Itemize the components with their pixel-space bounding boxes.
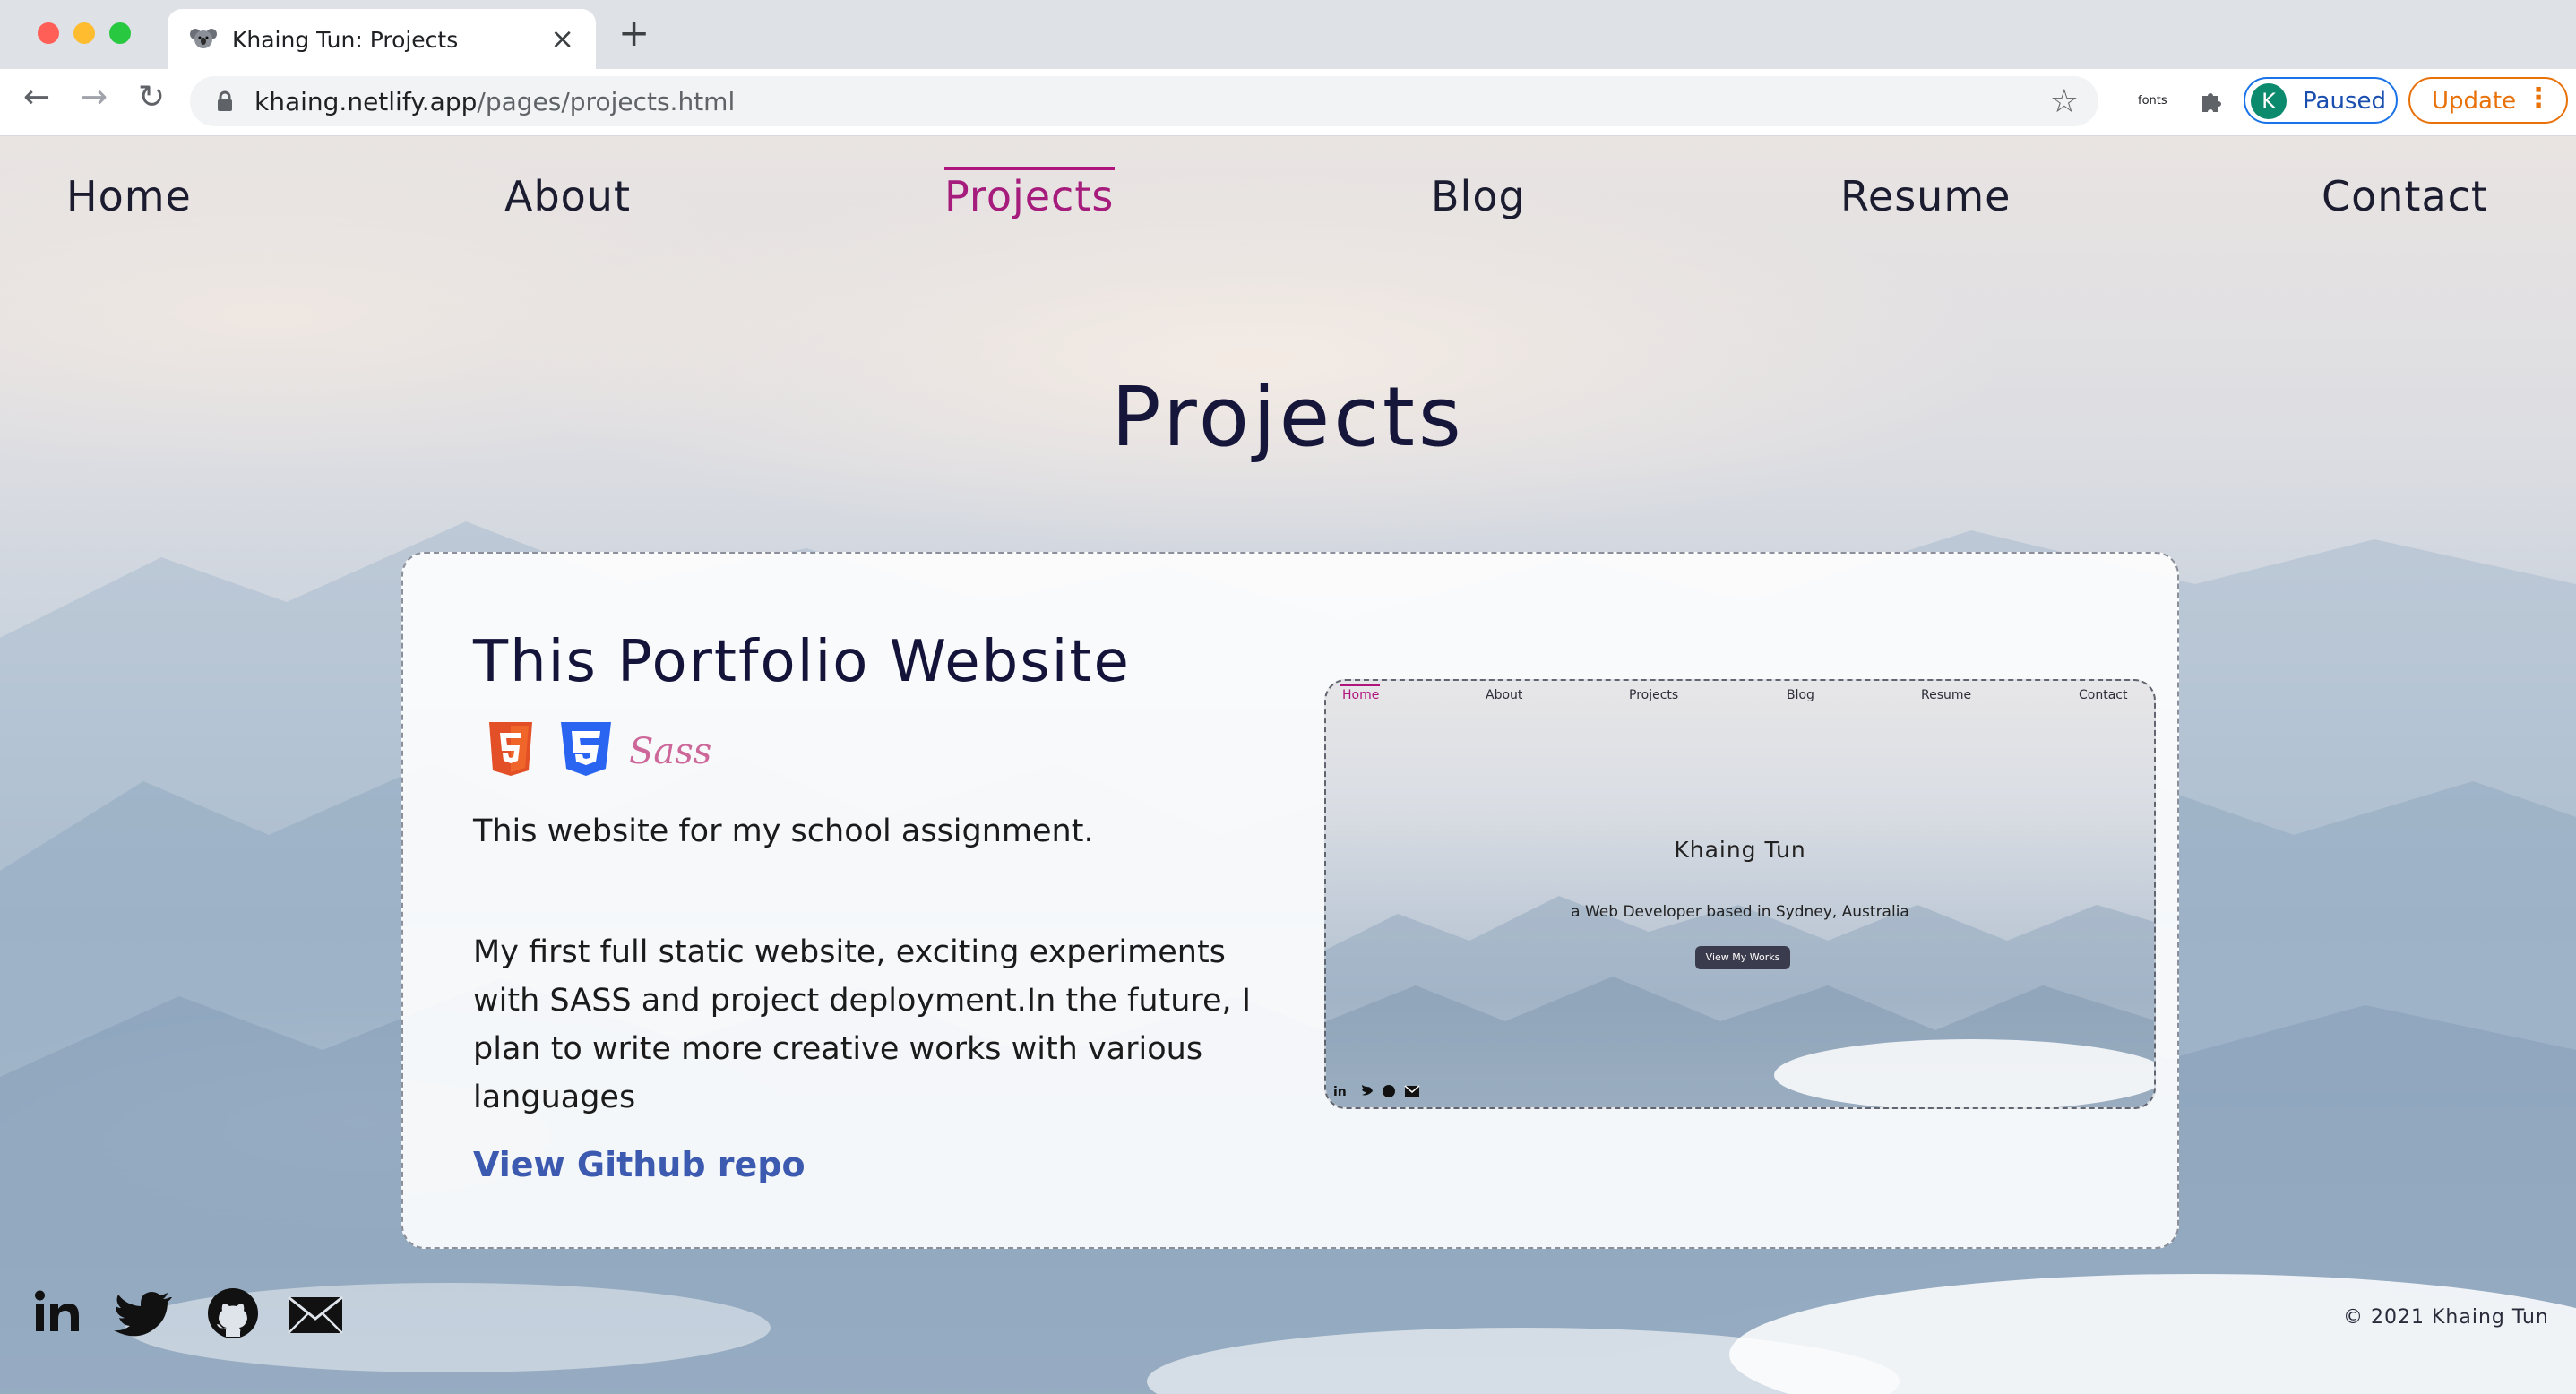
maximize-window-button[interactable] [109,22,131,44]
sass-icon: Sass [629,731,711,772]
nav-blog[interactable]: Blog [1431,172,1526,220]
forward-arrow-icon[interactable]: → [81,82,108,114]
active-nav-underline [944,167,1115,170]
reload-icon[interactable]: ↻ [138,82,165,114]
preview-nav-contact: Contact [2079,688,2128,702]
back-arrow-icon[interactable]: ← [23,82,50,114]
update-button[interactable]: Update ⋮ [2408,77,2568,124]
nav-about[interactable]: About [504,172,631,220]
tech-icons: Sass [489,722,711,776]
extensions-puzzle-icon[interactable] [2197,87,2226,116]
preview-button: View My Works [1695,946,1790,969]
update-label: Update [2432,88,2517,115]
page-viewport: Home About Projects Blog Resume Contact … [0,136,2576,1394]
browser-tab-bar: Khaing Tun: Projects × + [0,0,2576,69]
project-description-1: This website for my school assignment. [473,813,1094,849]
nav-home[interactable]: Home [66,172,192,220]
view-github-repo-link[interactable]: View Github repo [473,1145,806,1184]
nav-resume[interactable]: Resume [1840,172,2011,220]
preview-name: Khaing Tun [1674,837,1806,863]
page-title: Projects [1111,369,1465,465]
project-title: This Portfolio Website [473,629,1131,695]
address-bar[interactable]: khaing.netlify.app/pages/projects.html ☆ [190,76,2098,126]
twitter-icon[interactable] [114,1292,172,1337]
url-text: khaing.netlify.app/pages/projects.html [254,87,736,116]
project-preview-image[interactable]: Home About Projects Blog Resume Contact … [1324,679,2156,1109]
preview-active-underline [1340,684,1380,686]
html5-icon [489,722,532,776]
nav-projects[interactable]: Projects [944,172,1114,220]
fonts-extension-button[interactable]: fonts [2138,94,2167,108]
site-nav: Home About Projects Blog Resume Contact [0,167,2576,226]
nav-contact[interactable]: Contact [2322,172,2488,220]
close-window-button[interactable] [38,22,59,44]
svg-text:Sass: Sass [629,731,711,772]
preview-mountains [1326,896,2154,1107]
preview-social-icons: in [1333,1085,1420,1099]
browser-tab[interactable]: Khaing Tun: Projects × [168,9,596,69]
lock-icon [218,90,232,111]
more-menu-icon[interactable]: ⋮ [2525,82,2552,114]
preview-nav-blog: Blog [1787,688,1814,702]
close-tab-icon[interactable]: × [550,22,574,56]
project-card: This Portfolio Website Sass This website… [401,552,2179,1249]
preview-nav-resume: Resume [1921,688,1972,702]
profile-status: Paused [2303,88,2386,115]
preview-tagline: a Web Developer based in Sydney, Austral… [1571,903,1909,921]
preview-nav-home: Home [1342,688,1380,702]
mail-icon[interactable] [288,1295,343,1334]
minimize-window-button[interactable] [73,22,95,44]
github-icon[interactable] [208,1288,258,1338]
koala-favicon-icon [190,29,217,48]
profile-avatar: K [2251,83,2287,119]
project-description-2: My first full static website, exciting e… [473,934,1252,1115]
profile-button[interactable]: K Paused [2244,77,2398,124]
preview-nav-about: About [1486,688,1523,702]
css3-icon [561,722,611,776]
copyright-text: © 2021 Khaing Tun [2343,1306,2549,1329]
new-tab-button[interactable]: + [618,14,650,52]
social-links [35,1288,343,1338]
tab-title: Khaing Tun: Projects [232,27,459,53]
svg-text:in: in [1333,1085,1347,1099]
browser-toolbar: ← → ↻ khaing.netlify.app/pages/projects.… [0,69,2576,136]
linkedin-icon[interactable] [35,1290,79,1332]
preview-nav-projects: Projects [1629,688,1679,702]
bookmark-star-icon[interactable]: ☆ [2050,83,2079,120]
